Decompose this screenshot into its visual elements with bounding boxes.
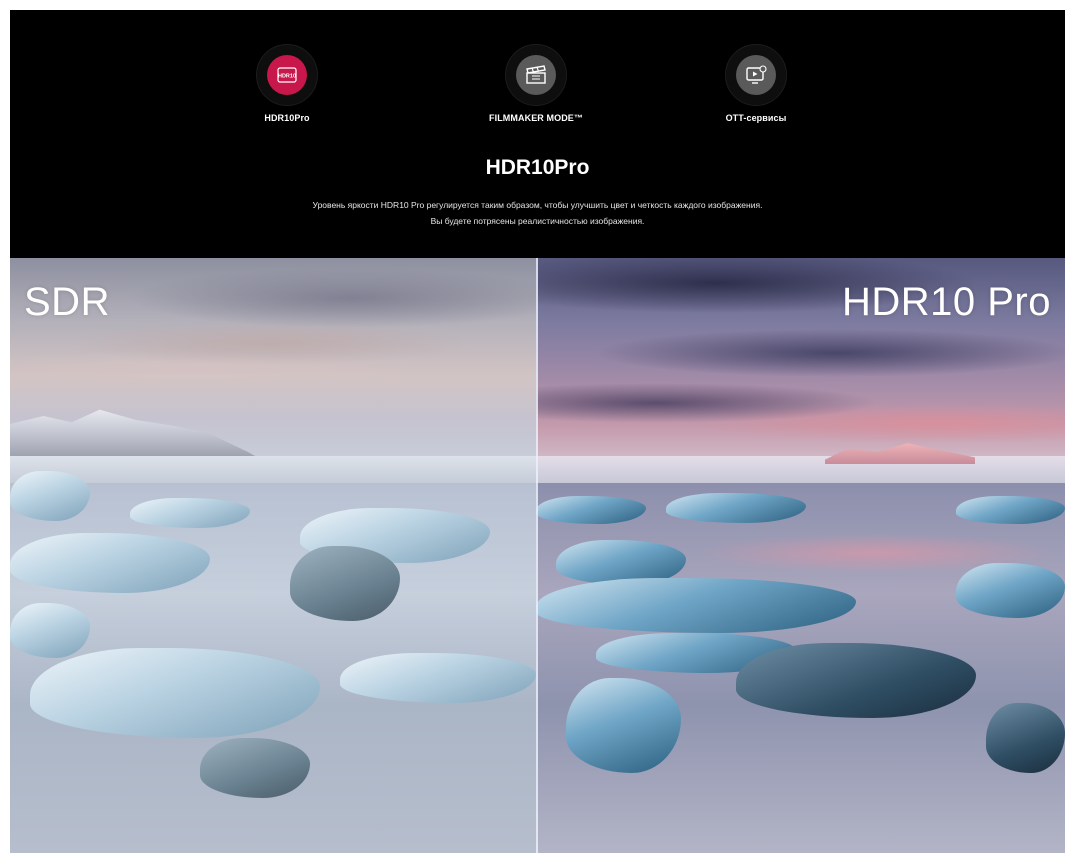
description-line: Вы будете потрясены реалистичностью изоб… [430,216,645,226]
iceberg [10,603,90,658]
tab-icon-ring [505,44,567,106]
iceberg [130,498,250,528]
feature-panel: HDR10 HDR10Pro FILMMAKER MODE™ OTT-серви… [10,10,1065,853]
iceberg [536,578,856,633]
tab-hdr10pro[interactable]: HDR10 HDR10Pro [202,44,372,123]
iceberg [736,643,976,718]
iceberg [30,648,320,738]
iceberg [956,563,1065,618]
hdr10-badge-icon: HDR10 [267,55,307,95]
tab-icon-ring [725,44,787,106]
description-line: Уровень яркости HDR10 Pro регулируется т… [312,200,763,210]
snowfield [10,456,536,486]
tab-icon-ring: HDR10 [256,44,318,106]
iceberg [986,703,1065,773]
tab-label: FILMMAKER MODE™ [489,113,583,123]
iceberg [340,653,536,703]
iceberg [536,496,646,524]
feature-header: HDR10 HDR10Pro FILMMAKER MODE™ OTT-серви… [10,10,1065,258]
iceberg [956,496,1065,524]
iceberg [666,493,806,523]
sdr-hdr-comparison-image: SDR HDR10 Pro [10,258,1065,853]
snowfield [536,456,1065,486]
clapperboard-icon [516,55,556,95]
svg-text:HDR10: HDR10 [278,74,296,80]
sdr-half: SDR [10,258,536,853]
sdr-label: SDR [24,280,110,324]
iceberg [10,533,210,593]
iceberg [200,738,310,798]
tab-label: HDR10Pro [264,113,310,123]
tab-ott-services[interactable]: OTT-сервисы [671,44,841,123]
iceberg [566,678,681,773]
comparison-divider [536,258,538,853]
hdr-half: HDR10 Pro [536,258,1065,853]
tab-label: OTT-сервисы [725,113,787,123]
iceberg [10,471,90,521]
section-title: HDR10Pro [485,156,590,179]
section-description: Уровень яркости HDR10 Pro регулируется т… [10,197,1065,229]
iceberg [290,546,400,621]
tab-filmmaker-mode[interactable]: FILMMAKER MODE™ [451,44,621,123]
hdr10-pro-label: HDR10 Pro [841,280,1051,324]
tv-play-icon [736,55,776,95]
